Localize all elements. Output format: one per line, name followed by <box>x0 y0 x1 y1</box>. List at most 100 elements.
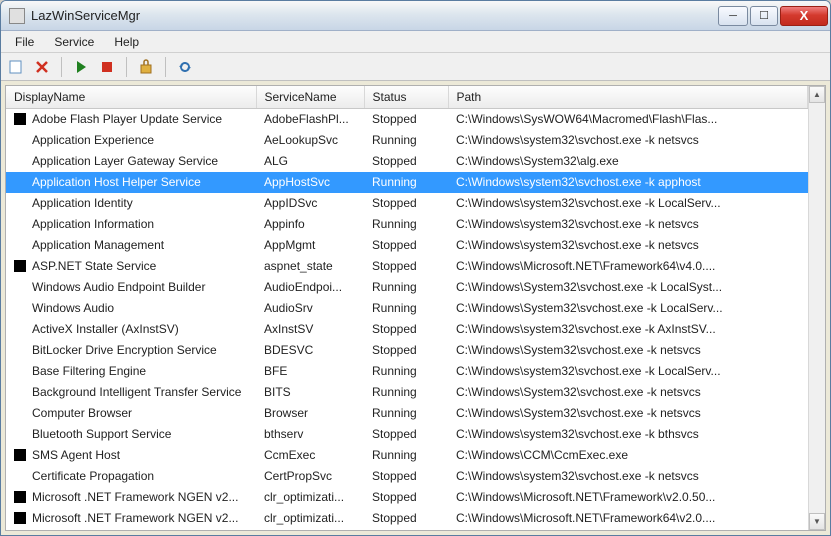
service-icon <box>14 239 26 251</box>
col-servicename[interactable]: ServiceName <box>256 86 364 109</box>
cell-servicename: BITS <box>256 382 364 403</box>
vertical-scrollbar[interactable]: ▲ ▼ <box>808 86 825 530</box>
cell-displayname: ActiveX Installer (AxInstSV) <box>6 319 256 340</box>
cell-displayname: Background Intelligent Transfer Service <box>6 382 256 403</box>
cell-status: Running <box>364 445 448 466</box>
cell-displayname: Microsoft .NET Framework NGEN v2... <box>6 487 256 508</box>
cell-servicename: bthserv <box>256 424 364 445</box>
table-row[interactable]: ActiveX Installer (AxInstSV)AxInstSVStop… <box>6 319 808 340</box>
cell-servicename: Browser <box>256 403 364 424</box>
cell-displayname: Application Layer Gateway Service <box>6 151 256 172</box>
table-row[interactable]: Application IdentityAppIDSvcStoppedC:\Wi… <box>6 193 808 214</box>
cell-path: C:\Windows\System32\svchost.exe -k Local… <box>448 298 808 319</box>
col-path[interactable]: Path <box>448 86 808 109</box>
col-displayname[interactable]: DisplayName <box>6 86 256 109</box>
service-icon <box>14 155 26 167</box>
app-window: LazWinServiceMgr ─ ☐ X File Service Help… <box>0 0 831 536</box>
refresh-button[interactable] <box>174 56 196 78</box>
new-button[interactable] <box>5 56 27 78</box>
cell-servicename: aspnet_state <box>256 256 364 277</box>
service-list[interactable]: DisplayName ServiceName Status Path Adob… <box>6 86 808 530</box>
table-row[interactable]: Application ManagementAppMgmtStoppedC:\W… <box>6 235 808 256</box>
table-row[interactable]: Application Layer Gateway ServiceALGStop… <box>6 151 808 172</box>
cell-status: Stopped <box>364 424 448 445</box>
table-row[interactable]: Windows AudioAudioSrvRunningC:\Windows\S… <box>6 298 808 319</box>
table-row[interactable]: Application InformationAppinfoRunningC:\… <box>6 214 808 235</box>
cell-displayname: Certificate Propagation <box>6 466 256 487</box>
displayname-text: Background Intelligent Transfer Service <box>32 385 241 399</box>
toolbar <box>1 53 830 81</box>
table-row[interactable]: SMS Agent HostCcmExecRunningC:\Windows\C… <box>6 445 808 466</box>
titlebar[interactable]: LazWinServiceMgr ─ ☐ X <box>1 1 830 31</box>
cell-path: C:\Windows\system32\svchost.exe -k AxIns… <box>448 319 808 340</box>
menu-file[interactable]: File <box>5 33 44 51</box>
menu-service[interactable]: Service <box>44 33 104 51</box>
maximize-button[interactable]: ☐ <box>750 6 778 26</box>
menu-help[interactable]: Help <box>104 33 149 51</box>
table-row[interactable]: BitLocker Drive Encryption ServiceBDESVC… <box>6 340 808 361</box>
table-row[interactable]: Certificate PropagationCertPropSvcStoppe… <box>6 466 808 487</box>
cell-displayname: SMS Agent Host <box>6 445 256 466</box>
cell-servicename: clr_optimizati... <box>256 508 364 529</box>
scroll-up-icon[interactable]: ▲ <box>809 86 825 103</box>
service-icon <box>14 218 26 230</box>
service-icon <box>14 407 26 419</box>
displayname-text: Application Identity <box>32 196 133 210</box>
service-icon <box>14 512 26 524</box>
cell-status: Running <box>364 172 448 193</box>
table-row[interactable]: Microsoft .NET Framework NGEN v2... clr_o… <box>6 508 808 529</box>
cell-status: Stopped <box>364 151 448 172</box>
cell-status: Stopped <box>364 256 448 277</box>
cell-servicename: CcmExec <box>256 445 364 466</box>
cell-status: Running <box>364 130 448 151</box>
table-row[interactable]: Adobe Flash Player Update ServiceAdobeFl… <box>6 109 808 130</box>
table-row[interactable]: Base Filtering EngineBFERunningC:\Window… <box>6 361 808 382</box>
cell-status: Stopped <box>364 109 448 130</box>
stop-button[interactable] <box>96 56 118 78</box>
delete-button[interactable] <box>31 56 53 78</box>
cell-path: C:\Windows\System32\svchost.exe -k Local… <box>448 277 808 298</box>
table-row[interactable]: ASP.NET State Serviceaspnet_stateStopped… <box>6 256 808 277</box>
service-icon <box>14 344 26 356</box>
client-area: DisplayName ServiceName Status Path Adob… <box>5 85 826 531</box>
displayname-text: Base Filtering Engine <box>32 364 146 378</box>
displayname-text: Microsoft .NET Framework NGEN v2... <box>32 511 238 525</box>
cell-status: Stopped <box>364 193 448 214</box>
table-row[interactable]: Application Experience AeLookupSvcRunning… <box>6 130 808 151</box>
table-row[interactable]: Application Host Helper ServiceAppHostSv… <box>6 172 808 193</box>
displayname-text: SMS Agent Host <box>32 448 120 462</box>
start-button[interactable] <box>70 56 92 78</box>
col-status[interactable]: Status <box>364 86 448 109</box>
table-row[interactable]: Background Intelligent Transfer Service B… <box>6 382 808 403</box>
cell-path: C:\Windows\Microsoft.NET\Framework\v4.0.… <box>448 529 808 531</box>
cell-path: C:\Windows\system32\svchost.exe -k Local… <box>448 361 808 382</box>
cell-servicename: BDESVC <box>256 340 364 361</box>
table-row[interactable]: Computer BrowserBrowserRunningC:\Windows… <box>6 403 808 424</box>
window-title: LazWinServiceMgr <box>31 8 718 23</box>
cell-displayname: Windows Audio <box>6 298 256 319</box>
displayname-text: Application Experience <box>32 133 154 147</box>
cell-servicename: AeLookupSvc <box>256 130 364 151</box>
properties-button[interactable] <box>135 56 157 78</box>
minimize-button[interactable]: ─ <box>718 6 748 26</box>
service-icon <box>14 302 26 314</box>
service-icon <box>14 428 26 440</box>
cell-servicename: BFE <box>256 361 364 382</box>
cell-path: C:\Windows\System32\svchost.exe -k netsv… <box>448 340 808 361</box>
service-icon <box>14 113 26 125</box>
close-button[interactable]: X <box>780 6 828 26</box>
cell-status: Running <box>364 214 448 235</box>
displayname-text: Windows Audio <box>32 301 114 315</box>
scroll-down-icon[interactable]: ▼ <box>809 513 825 530</box>
table-row[interactable]: Bluetooth Support ServicebthservStoppedC… <box>6 424 808 445</box>
cell-status: Stopped <box>364 487 448 508</box>
table-row[interactable]: Microsoft .NET Framework NGEN v4...clr_o… <box>6 529 808 531</box>
table-row[interactable]: Microsoft .NET Framework NGEN v2...clr_o… <box>6 487 808 508</box>
cell-path: C:\Windows\SysWOW64\Macromed\Flash\Flas.… <box>448 109 808 130</box>
table-row[interactable]: Windows Audio Endpoint BuilderAudioEndpo… <box>6 277 808 298</box>
displayname-text: Bluetooth Support Service <box>32 427 171 441</box>
cell-path: C:\Windows\Microsoft.NET\Framework64\v4.… <box>448 256 808 277</box>
cell-displayname: Windows Audio Endpoint Builder <box>6 277 256 298</box>
service-icon <box>14 449 26 461</box>
displayname-text: Application Host Helper Service <box>32 175 201 189</box>
